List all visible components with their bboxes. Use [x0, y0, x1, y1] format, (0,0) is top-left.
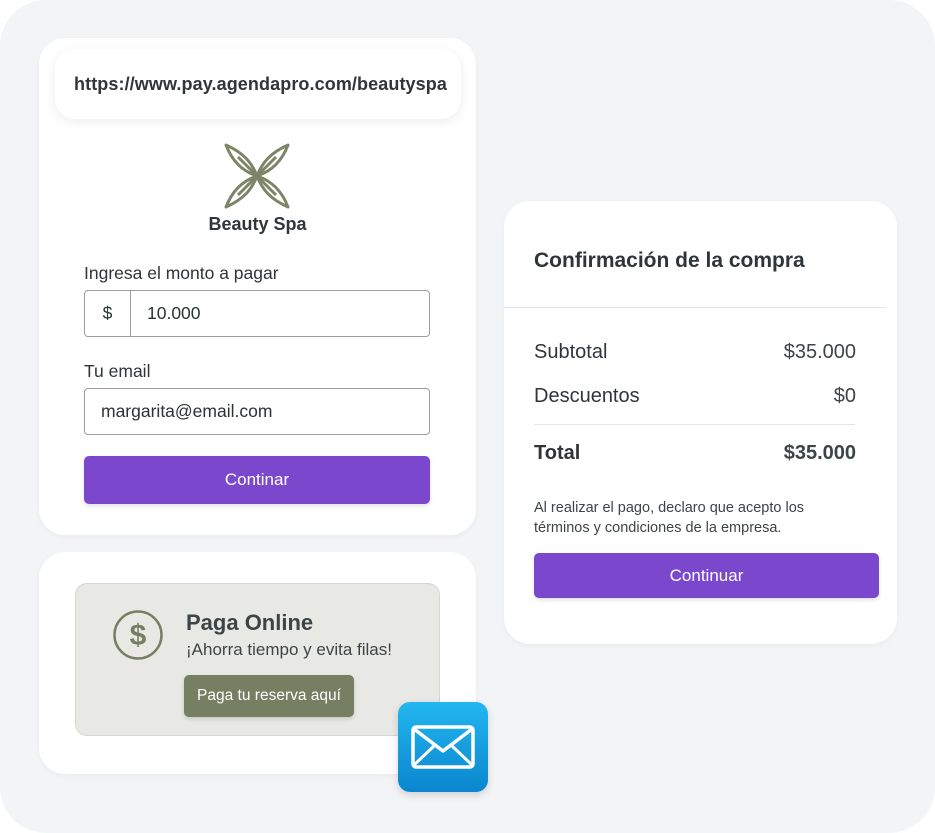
brand-name: Beauty Spa [208, 214, 307, 234]
email-label: Tu email [84, 361, 151, 381]
online-payment-banner: $ Paga Online ¡Ahorra tiempo y evita fil… [75, 583, 440, 736]
url-bar[interactable]: https://www.pay.agendapro.com/beautyspa [55, 49, 461, 119]
pay-reservation-button[interactable]: Paga tu reserva aquí [184, 675, 354, 717]
amount-input[interactable]: $ 10.000 [84, 290, 430, 337]
amount-value: 10.000 [147, 303, 201, 323]
url-text: https://www.pay.agendapro.com/beautyspa [74, 73, 447, 94]
mail-icon[interactable] [398, 702, 488, 792]
continue-purchase-label: Continuar [669, 565, 744, 585]
terms-text: Al realizar el pago, declaro que acepto … [534, 500, 805, 536]
continue-button-label: Continar [224, 470, 290, 489]
subtotal-value: $35.000 [783, 341, 856, 363]
email-input[interactable]: margarita@email.com [84, 388, 430, 435]
continue-purchase-button[interactable]: Continuar [534, 553, 879, 598]
divider [534, 424, 855, 425]
online-subtitle: ¡Ahorra tiempo y evita filas! [186, 640, 392, 659]
online-title: Paga Online [186, 610, 314, 635]
beauty-spa-logo-icon [224, 143, 290, 209]
subtotal-label: Subtotal [534, 341, 608, 363]
dollar-circle-icon: $ [113, 610, 163, 660]
svg-text:$: $ [130, 619, 147, 652]
envelope-icon [411, 725, 475, 769]
continue-button[interactable]: Continar [84, 456, 430, 504]
total-label: Total [534, 442, 581, 464]
canvas-background: https://www.pay.agendapro.com/beautyspa … [0, 0, 935, 833]
payment-card: https://www.pay.agendapro.com/beautyspa … [39, 38, 476, 535]
purchase-confirmation-card: Confirmación de la compra Subtotal $35.0… [504, 201, 897, 644]
amount-label: Ingresa el monto a pagar [84, 263, 279, 283]
discount-label: Descuentos [534, 385, 640, 407]
total-value: $35.000 [783, 442, 856, 464]
email-value: margarita@email.com [101, 401, 273, 421]
discount-value: $0 [833, 385, 856, 407]
confirmation-title: Confirmación de la compra [534, 249, 805, 272]
currency-symbol: $ [85, 291, 131, 336]
pay-reservation-label: Paga tu reserva aquí [197, 687, 341, 704]
divider [504, 307, 886, 308]
